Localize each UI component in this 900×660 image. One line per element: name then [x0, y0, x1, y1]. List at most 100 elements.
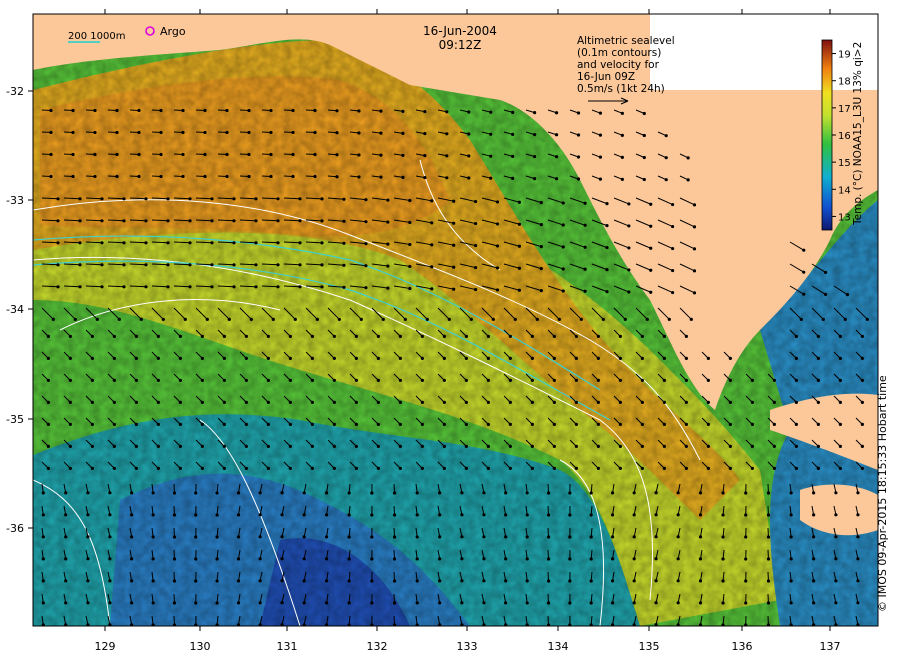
- velocity-vector-head: [46, 334, 50, 338]
- velocity-vector-head: [203, 152, 207, 157]
- velocity-vector-head: [210, 263, 214, 267]
- velocity-vector-head: [766, 557, 771, 561]
- velocity-vector-head: [93, 174, 97, 179]
- velocity-vector-head: [222, 356, 226, 360]
- velocity-vector-head: [744, 535, 748, 539]
- velocity-vector-head: [750, 400, 754, 404]
- velocity-vector-head: [122, 197, 126, 201]
- velocity-vector-head: [49, 130, 53, 135]
- velocity-vector-head: [232, 219, 236, 223]
- velocity-vector-head: [232, 241, 236, 245]
- velocity-vector-head: [86, 557, 90, 561]
- velocity-vector-head: [56, 241, 60, 245]
- velocity-vector-head: [86, 491, 90, 495]
- velocity-vector-head: [134, 334, 138, 338]
- velocity-vector-head: [134, 378, 138, 382]
- map-time: 09:12Z: [439, 38, 482, 52]
- velocity-vector-head: [181, 152, 185, 157]
- velocity-vector-head: [194, 535, 198, 539]
- velocity-vector-head: [686, 178, 690, 182]
- velocity-vector-head: [766, 601, 771, 605]
- velocity-vector-head: [302, 491, 306, 495]
- velocity-vector-head: [632, 491, 636, 495]
- velocity-vector-head: [721, 557, 725, 561]
- velocity-vector-head: [379, 153, 383, 157]
- velocity-vector-head: [315, 317, 319, 321]
- velocity-vector-head: [41, 513, 45, 517]
- velocity-vector-head: [46, 466, 50, 470]
- velocity-vector-head: [654, 491, 658, 495]
- velocity-vector-head: [423, 109, 427, 114]
- velocity-vector-head: [137, 108, 141, 113]
- velocity-vector-head: [266, 422, 270, 426]
- velocity-vector-head: [90, 334, 94, 338]
- velocity-vector-head: [188, 241, 192, 245]
- velocity-vector-head: [376, 466, 380, 470]
- velocity-vector-head: [56, 285, 60, 289]
- velocity-vector-head: [324, 579, 329, 583]
- velocity-vector-head: [254, 285, 258, 289]
- velocity-vector-head: [215, 579, 219, 583]
- velocity-vector-head: [574, 334, 578, 338]
- velocity-vector-head: [640, 334, 644, 338]
- velocity-vector-head: [598, 133, 603, 137]
- velocity-vector-head: [654, 557, 658, 561]
- velocity-vector-head: [802, 292, 806, 296]
- velocity-vector-head: [706, 378, 710, 382]
- velocity-vector-head: [134, 400, 138, 404]
- velocity-vector-head: [721, 513, 725, 517]
- plot-area: [33, 14, 878, 626]
- velocity-vector-head: [744, 491, 748, 495]
- velocity-vector-head: [203, 174, 207, 179]
- velocity-vector-head: [225, 174, 229, 179]
- velocity-vector-head: [640, 444, 644, 448]
- velocity-vector-head: [347, 491, 351, 495]
- velocity-vector-head: [90, 400, 94, 404]
- velocity-vector-head: [640, 356, 644, 360]
- velocity-vector-head: [266, 356, 270, 360]
- velocity-vector-head: [354, 356, 358, 360]
- velocity-vector-head: [546, 579, 551, 583]
- velocity-vector-head: [671, 202, 675, 207]
- velocity-vector-head: [583, 267, 587, 271]
- velocity-vector-head: [671, 246, 675, 251]
- velocity-vector-head: [442, 378, 446, 382]
- velocity-vector-head: [557, 317, 561, 321]
- velocity-vector-head: [310, 356, 314, 360]
- velocity-vector-head: [618, 334, 622, 338]
- velocity-vector-head: [236, 579, 241, 583]
- velocity-vector-head: [178, 444, 182, 448]
- velocity-vector-head: [721, 579, 725, 583]
- velocity-vector-head: [41, 579, 45, 583]
- velocity-vector-head: [789, 557, 793, 561]
- velocity-vector-head: [568, 601, 572, 605]
- velocity-vector-head: [415, 579, 419, 583]
- velocity-vector-head: [178, 400, 182, 404]
- velocity-vector-head: [232, 285, 236, 289]
- velocity-vector-head: [134, 356, 138, 360]
- velocity-vector-head: [525, 491, 529, 495]
- velocity-vector-head: [508, 400, 512, 404]
- velocity-vector-head: [370, 557, 374, 561]
- velocity-vector-head: [386, 264, 390, 268]
- velocity-vector-head: [244, 400, 248, 404]
- velocity-vector-head: [335, 153, 339, 157]
- velocity-vector-head: [495, 244, 500, 248]
- colorbar-tick-label: 13: [838, 212, 851, 223]
- velocity-vector-head: [159, 108, 163, 113]
- velocity-vector-head: [474, 287, 478, 292]
- velocity-vector-head: [546, 513, 551, 517]
- velocity-vector-head: [100, 197, 104, 201]
- velocity-vector-head: [222, 422, 226, 426]
- velocity-vector-head: [247, 152, 251, 157]
- velocity-vector-head: [772, 400, 776, 404]
- velocity-vector-head: [408, 286, 412, 291]
- velocity-vector-head: [539, 223, 543, 227]
- velocity-vector-head: [172, 491, 177, 495]
- velocity-vector-head: [689, 317, 693, 321]
- velocity-vector-head: [627, 246, 631, 250]
- velocity-vector-head: [812, 601, 816, 605]
- velocity-vector-head: [302, 601, 306, 605]
- velocity-vector-head: [156, 356, 160, 360]
- velocity-vector-head: [728, 422, 732, 426]
